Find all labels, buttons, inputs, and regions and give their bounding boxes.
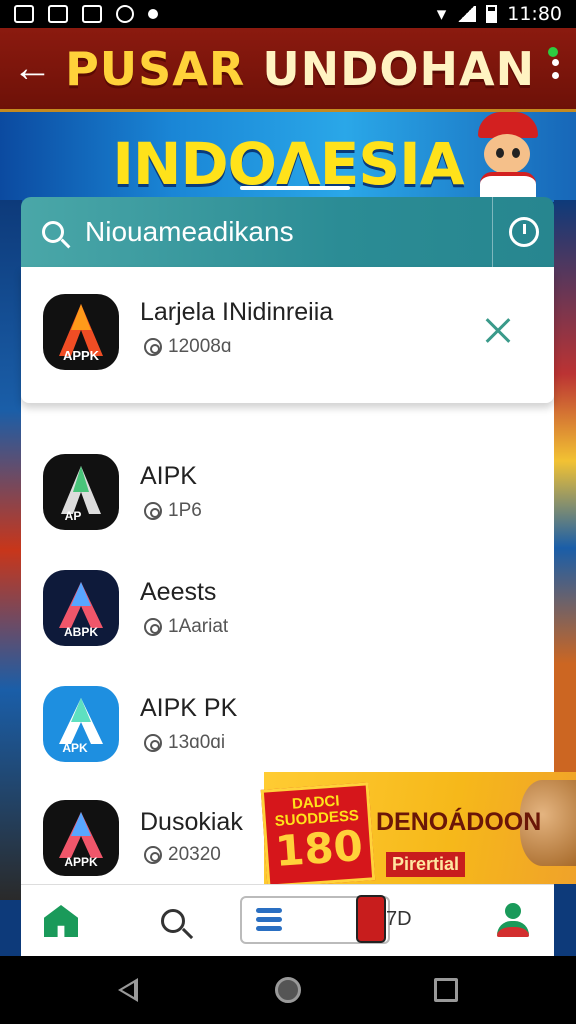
app-title-part1: PUSAR (65, 41, 246, 96)
search-icon (21, 221, 85, 243)
app-meta: 13ɑ0ɑi (144, 732, 225, 754)
nav-home[interactable] (21, 885, 101, 957)
app-icon: AΡPK (43, 800, 119, 876)
nav-search[interactable] (133, 885, 213, 957)
system-back-icon[interactable] (88, 956, 168, 1024)
app-header: ← PUSAR UNDOHAN (0, 28, 576, 112)
app-notification-icon (48, 5, 68, 23)
layers-icon (256, 908, 282, 934)
downloads-icon (144, 618, 162, 636)
status-notification-icons (14, 5, 158, 23)
online-indicator (548, 46, 558, 57)
search-icon (161, 909, 185, 933)
featured-app-name: Larjela INidinreiia (140, 298, 334, 326)
app-icon: AP (43, 454, 119, 530)
status-bar: ▾ 11:80 (0, 0, 576, 28)
app-title-part2: UNDOHAN (262, 41, 536, 96)
app-meta: 1Aariat (144, 616, 228, 638)
overflow-menu-icon[interactable] (535, 27, 576, 111)
promo-subtitle: Pirertial (386, 852, 466, 877)
featured-app-icon: APPK (43, 294, 119, 370)
app-meta-value: 13ɑ0ɑi (168, 732, 226, 753)
nav-promo-label: 7D (386, 908, 412, 930)
close-icon[interactable] (476, 308, 520, 352)
app-icon-label: AΡPK (64, 855, 98, 869)
downloads-icon (144, 338, 162, 356)
app-name: Dusokiak (140, 808, 243, 836)
featured-app-icon-label: APPK (63, 348, 100, 363)
featured-app-meta-value: 12008ɑ (168, 336, 232, 357)
app-meta-value: 1Aariat (168, 616, 229, 637)
app-icon-label: AP (65, 509, 82, 523)
app-title: PUSAR UNDOHAN (65, 42, 535, 96)
featured-app-meta: 12008ɑ (144, 336, 231, 358)
search-input[interactable]: Niouameadikans (85, 216, 492, 248)
signal-icon (456, 6, 477, 22)
search-bar[interactable]: Niouameadikans (21, 197, 554, 267)
user-icon (495, 903, 531, 939)
app-meta: 1Ρ6 (144, 500, 202, 522)
system-navigation-bar (0, 956, 576, 1024)
background-decoration-right (554, 200, 576, 780)
mascot-image (470, 112, 550, 198)
app-meta: 20320 (144, 844, 221, 866)
app-icon: AΒPK (43, 570, 119, 646)
banner-indicator (240, 186, 350, 190)
target-notification-icon (116, 5, 134, 23)
promo-title: DENOÁDOON (376, 808, 542, 836)
system-recents-icon[interactable] (406, 956, 486, 1024)
battery-icon (486, 5, 498, 23)
home-icon (44, 905, 78, 937)
downloads-icon (144, 502, 162, 520)
nav-profile[interactable] (473, 885, 553, 957)
wifi-icon: ▾ (436, 3, 447, 25)
app-name: AIPK PK (140, 694, 238, 722)
app-icon-label: AΒPK (64, 625, 98, 639)
app-meta-value: 1Ρ6 (168, 500, 202, 521)
downloads-icon (144, 734, 162, 752)
app-meta-value: 20320 (168, 844, 221, 865)
phone-thumbnail-image (356, 895, 386, 943)
lock-notification-icon (82, 5, 102, 23)
background-decoration-left (0, 200, 22, 900)
system-home-icon[interactable] (248, 956, 328, 1024)
app-icon-label: APK (62, 741, 88, 755)
downloads-icon (144, 846, 162, 864)
gallery-notification-icon (14, 5, 34, 23)
status-time: 11:80 (507, 3, 562, 25)
back-arrow-icon[interactable]: ← (0, 27, 65, 111)
dot-notification-icon (148, 9, 158, 19)
app-name: AIPK (140, 462, 197, 490)
promo-badge-number: 180 (273, 820, 365, 876)
app-icon: APK (43, 686, 119, 762)
app-name: Aeests (140, 578, 217, 606)
promo-badge: DADCI SUODDESS 180 (260, 782, 376, 888)
timer-icon[interactable] (492, 197, 554, 267)
